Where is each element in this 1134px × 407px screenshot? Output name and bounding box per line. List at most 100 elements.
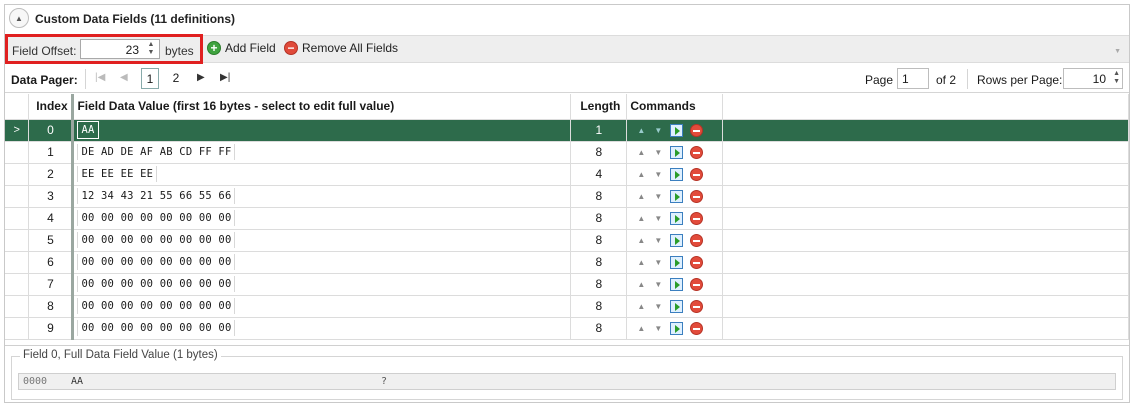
- move-up-icon[interactable]: ▲: [636, 214, 646, 223]
- field-offset-label: Field Offset:: [12, 44, 77, 58]
- move-up-icon[interactable]: ▲: [636, 170, 646, 179]
- panel-header: ▲ Custom Data Fields (11 definitions): [5, 5, 1129, 33]
- next-page-icon[interactable]: ▶: [197, 72, 205, 83]
- move-up-icon[interactable]: ▲: [636, 324, 646, 333]
- table-row[interactable]: 8 00 00 00 00 00 00 00 00 8 ▲ ▼: [5, 295, 1129, 318]
- delete-icon[interactable]: [690, 233, 704, 247]
- move-up-icon[interactable]: ▲: [636, 302, 646, 311]
- move-down-icon[interactable]: ▼: [653, 214, 663, 223]
- edit-icon[interactable]: [670, 189, 684, 203]
- table-row[interactable]: >0 AA 1 ▲ ▼: [5, 119, 1129, 142]
- row-value-cell[interactable]: 00 00 00 00 00 00 00 00: [71, 295, 572, 318]
- filler-cell: [722, 251, 1129, 274]
- edit-icon[interactable]: [670, 167, 684, 181]
- divider: [85, 69, 86, 89]
- row-value-cell[interactable]: AA: [71, 119, 572, 142]
- delete-icon[interactable]: [690, 167, 704, 181]
- row-value[interactable]: DE AD DE AF AB CD FF FF: [77, 144, 236, 160]
- row-value[interactable]: 00 00 00 00 00 00 00 00: [77, 276, 236, 292]
- move-up-icon[interactable]: ▲: [636, 148, 646, 157]
- delete-icon[interactable]: [690, 321, 704, 335]
- last-page-icon[interactable]: ▶|: [220, 72, 230, 83]
- move-down-icon[interactable]: ▼: [653, 192, 663, 201]
- table-row[interactable]: 5 00 00 00 00 00 00 00 00 8 ▲ ▼: [5, 229, 1129, 252]
- edit-icon[interactable]: [670, 277, 684, 291]
- table-row[interactable]: 6 00 00 00 00 00 00 00 00 8 ▲ ▼: [5, 251, 1129, 274]
- table-row[interactable]: 2 EE EE EE EE 4 ▲ ▼: [5, 163, 1129, 186]
- edit-icon[interactable]: [670, 211, 684, 225]
- remove-all-fields-button[interactable]: − Remove All Fields: [284, 41, 398, 55]
- row-value[interactable]: 00 00 00 00 00 00 00 00: [77, 254, 236, 270]
- delete-icon[interactable]: [690, 123, 704, 137]
- move-up-icon[interactable]: ▲: [636, 258, 646, 267]
- row-value[interactable]: AA: [77, 121, 99, 139]
- add-field-button[interactable]: + Add Field: [207, 41, 276, 55]
- move-down-icon[interactable]: ▼: [653, 258, 663, 267]
- row-value[interactable]: 00 00 00 00 00 00 00 00: [77, 210, 236, 226]
- row-value-cell[interactable]: 00 00 00 00 00 00 00 00: [71, 207, 572, 230]
- row-value[interactable]: 00 00 00 00 00 00 00 00: [77, 298, 236, 314]
- field-offset-highlight: Field Offset: 23 ▲ ▼ bytes: [5, 34, 203, 64]
- row-value[interactable]: 12 34 43 21 55 66 55 66: [77, 188, 236, 204]
- spinner-arrows-icon[interactable]: ▲ ▼: [145, 41, 157, 57]
- hex-bytes[interactable]: AA: [71, 376, 83, 387]
- collapse-button[interactable]: ▲: [9, 8, 29, 28]
- table-row[interactable]: 4 00 00 00 00 00 00 00 00 8 ▲ ▼: [5, 207, 1129, 230]
- row-value-cell[interactable]: 00 00 00 00 00 00 00 00: [71, 229, 572, 252]
- row-value-cell[interactable]: EE EE EE EE: [71, 163, 572, 186]
- column-header-length[interactable]: Length: [570, 94, 628, 120]
- delete-icon[interactable]: [690, 145, 704, 159]
- move-down-icon[interactable]: ▼: [653, 170, 663, 179]
- row-value-cell[interactable]: 00 00 00 00 00 00 00 00: [71, 251, 572, 274]
- page-button-1[interactable]: 1: [141, 68, 159, 89]
- page-button-2[interactable]: 2: [167, 68, 185, 89]
- column-header-value[interactable]: Field Data Value (first 16 bytes - selec…: [71, 94, 572, 120]
- move-up-icon[interactable]: ▲: [636, 192, 646, 201]
- row-value-cell[interactable]: DE AD DE AF AB CD FF FF: [71, 141, 572, 164]
- spinner-arrows-icon[interactable]: ▲ ▼: [1113, 70, 1120, 86]
- row-length: 4: [570, 163, 628, 186]
- row-value[interactable]: 00 00 00 00 00 00 00 00: [77, 232, 236, 248]
- toolbar: Field Offset: 23 ▲ ▼ bytes + Add Field − …: [5, 34, 1129, 64]
- move-down-icon[interactable]: ▼: [653, 148, 663, 157]
- edit-icon[interactable]: [670, 123, 684, 137]
- row-value[interactable]: 00 00 00 00 00 00 00 00: [77, 320, 236, 336]
- move-up-icon[interactable]: ▲: [636, 236, 646, 245]
- edit-icon[interactable]: [670, 233, 684, 247]
- field-offset-spinner[interactable]: 23 ▲ ▼: [80, 39, 160, 59]
- move-down-icon[interactable]: ▼: [653, 324, 663, 333]
- edit-icon[interactable]: [670, 321, 684, 335]
- field-offset-value[interactable]: 23: [126, 43, 139, 57]
- page-number-input[interactable]: 1: [897, 68, 929, 89]
- delete-icon[interactable]: [690, 189, 704, 203]
- table-row[interactable]: 1 DE AD DE AF AB CD FF FF 8 ▲ ▼: [5, 141, 1129, 164]
- move-down-icon[interactable]: ▼: [653, 302, 663, 311]
- row-value-cell[interactable]: 00 00 00 00 00 00 00 00: [71, 273, 572, 296]
- delete-icon[interactable]: [690, 299, 704, 313]
- row-value-cell[interactable]: 00 00 00 00 00 00 00 00: [71, 317, 572, 340]
- move-down-icon[interactable]: ▼: [653, 126, 663, 135]
- edit-icon[interactable]: [670, 145, 684, 159]
- table-row[interactable]: 7 00 00 00 00 00 00 00 00 8 ▲ ▼: [5, 273, 1129, 296]
- hex-viewer[interactable]: 0000 AA ?: [18, 373, 1116, 390]
- move-up-icon[interactable]: ▲: [636, 280, 646, 289]
- prev-page-icon[interactable]: ◀: [120, 72, 128, 83]
- table-row[interactable]: 9 00 00 00 00 00 00 00 00 8 ▲ ▼: [5, 317, 1129, 340]
- table-row[interactable]: 3 12 34 43 21 55 66 55 66 8 ▲ ▼: [5, 185, 1129, 208]
- move-down-icon[interactable]: ▼: [653, 236, 663, 245]
- column-header-commands[interactable]: Commands: [626, 94, 724, 120]
- rows-per-page-value[interactable]: 10: [1093, 72, 1106, 86]
- move-down-icon[interactable]: ▼: [653, 280, 663, 289]
- column-header-index[interactable]: Index: [28, 94, 74, 120]
- move-up-icon[interactable]: ▲: [636, 126, 646, 135]
- edit-icon[interactable]: [670, 255, 684, 269]
- rows-per-page-spinner[interactable]: 10 ▲ ▼: [1063, 68, 1123, 89]
- row-value[interactable]: EE EE EE EE: [77, 166, 158, 182]
- first-page-icon[interactable]: |◀: [95, 72, 105, 83]
- delete-icon[interactable]: [690, 277, 704, 291]
- delete-icon[interactable]: [690, 255, 704, 269]
- edit-icon[interactable]: [670, 299, 684, 313]
- row-value-cell[interactable]: 12 34 43 21 55 66 55 66: [71, 185, 572, 208]
- overflow-grip-icon[interactable]: ▼: [1114, 48, 1121, 55]
- delete-icon[interactable]: [690, 211, 704, 225]
